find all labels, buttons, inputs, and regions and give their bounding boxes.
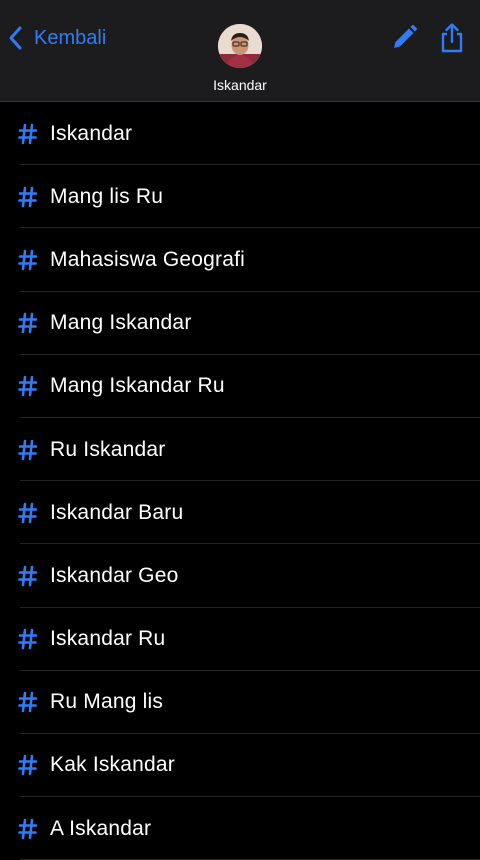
back-label: Kembali [34,26,107,49]
hash-icon [18,249,38,271]
share-button[interactable] [438,22,466,54]
hash-icon [18,628,38,650]
avatar[interactable] [218,24,262,68]
list-item[interactable]: Mang lis Ru [0,165,480,229]
list-item[interactable]: Ru Mang lis [0,671,480,735]
list-item[interactable]: Mang Iskandar [0,292,480,355]
share-icon [441,23,463,53]
list-item[interactable]: Iskandar Baru [0,481,480,545]
hash-icon [18,818,38,840]
list-item-label: Ru Mang lis [50,690,164,714]
list-item-label: Kak Iskandar [50,753,175,777]
hash-icon [18,691,38,713]
list-item[interactable]: Ru Iskandar [0,418,480,482]
hash-icon [18,754,38,776]
edit-button[interactable] [390,24,418,52]
hash-icon [18,502,38,524]
list-item-label: A Iskandar [50,816,152,840]
contact-name: Iskandar [213,77,267,93]
list-item-label: Mang Iskandar Ru [50,374,225,398]
back-button[interactable]: Kembali [8,20,106,56]
navigation-header: Kembali Iskandar [0,0,480,102]
hash-icon [18,123,38,145]
list-item-label: Mang Iskandar [50,311,192,335]
hash-icon [18,439,38,461]
pencil-icon [394,25,417,48]
list-item[interactable]: A Iskandar [0,797,480,860]
list-item-label: Ru Iskandar [50,437,166,461]
list-item[interactable]: Kak Iskandar [0,734,480,798]
list-item-label: Mang lis Ru [50,184,164,208]
avatar-photo [218,24,262,68]
list-item[interactable]: Iskandar Ru [0,608,480,671]
list-item-label: Iskandar Ru [50,627,166,651]
list-item-label: Iskandar Geo [50,563,179,587]
alias-list: Iskandar Mang lis Ru Mahasiswa Geografi Man… [0,102,480,860]
hash-icon [18,565,38,587]
list-item-label: Iskandar Baru [50,500,184,524]
list-item[interactable]: Mahasiswa Geografi [0,228,480,292]
chevron-left-icon [9,26,22,50]
list-item[interactable]: Iskandar [0,102,480,166]
hash-icon [18,312,38,334]
hash-icon [18,375,38,397]
hash-icon [18,186,38,208]
list-item[interactable]: Iskandar Geo [0,544,480,608]
list-item-label: Mahasiswa Geografi [50,247,246,271]
list-item[interactable]: Mang Iskandar Ru [0,355,480,419]
list-item-label: Iskandar [50,121,133,145]
